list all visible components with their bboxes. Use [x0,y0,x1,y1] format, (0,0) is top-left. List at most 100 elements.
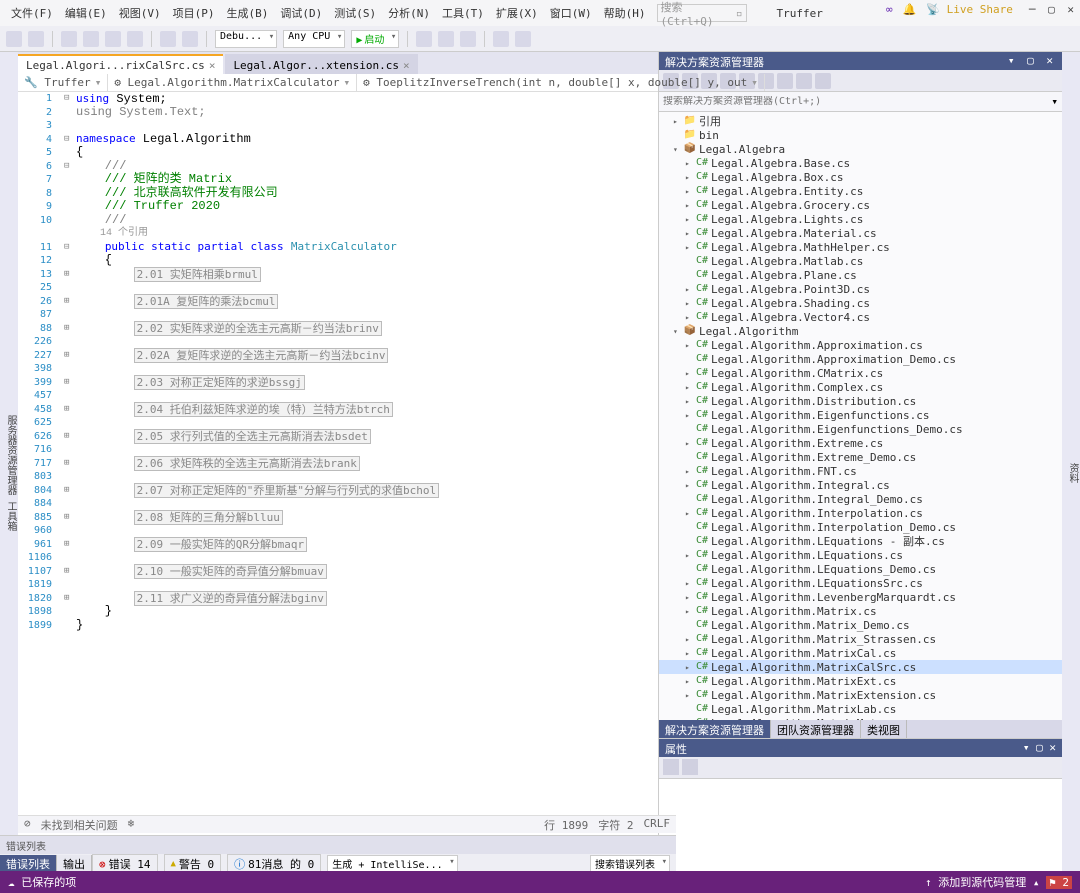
tool-icon[interactable] [438,31,454,47]
code-line[interactable]: 960 [18,524,658,538]
vs-icon[interactable]: ∞ [886,3,893,16]
tab-close-icon[interactable]: × [209,59,216,72]
tree-item[interactable]: ▸C#Legal.Algorithm.MatrixExt.cs [659,674,1062,688]
tree-item[interactable]: ▸C#Legal.Algorithm.FNT.cs [659,464,1062,478]
code-line[interactable]: 25 [18,281,658,295]
code-line[interactable]: 11⊟ public static partial class MatrixCa… [18,241,658,255]
tool-icon[interactable] [815,73,831,89]
code-line[interactable]: 5{ [18,146,658,160]
code-line[interactable]: 1819 [18,578,658,592]
tree-item[interactable]: ▸C#Legal.Algorithm.Approximation.cs [659,338,1062,352]
close-icon[interactable]: ✕ [1067,3,1074,16]
tree-item[interactable]: ▸C#Legal.Algebra.Lights.cs [659,212,1062,226]
alpha-icon[interactable] [682,759,698,775]
tab-class[interactable]: 类视图 [861,720,907,738]
tree-item[interactable]: ▸C#Legal.Algorithm.MatrixCalSrc.cs [659,660,1062,674]
tree-item[interactable]: ▸C#Legal.Algorithm.Interpolation.cs [659,506,1062,520]
run-button[interactable]: 启动 [351,30,399,48]
tool-icon[interactable] [460,31,476,47]
code-line[interactable]: 398 [18,362,658,376]
code-line[interactable]: 961⊞ 2.09 一般实矩阵的QR分解bmaqr [18,538,658,552]
tree-item[interactable]: ▾📦Legal.Algebra [659,142,1062,156]
code-line[interactable]: 717⊞ 2.06 求矩阵秩的全选主元高斯消去法brank [18,457,658,471]
code-line[interactable]: 88⊞ 2.02 实矩阵求逆的全选主元高斯－约当法brinv [18,322,658,336]
tree-item[interactable]: 📁bin [659,128,1062,142]
menu-item[interactable]: 编辑(E) [60,2,112,24]
code-line[interactable]: 399⊞ 2.03 对称正定矩阵的求逆bssgj [18,376,658,390]
menu-item[interactable]: 帮助(H) [599,2,651,24]
tool-icon[interactable] [493,31,509,47]
tab-output[interactable]: 输出 [57,855,92,871]
code-line[interactable]: 457 [18,389,658,403]
tree-item[interactable]: ▸C#Legal.Algebra.Material.cs [659,226,1062,240]
tree-item[interactable]: ▸C#Legal.Algorithm.Distribution.cs [659,394,1062,408]
doc-tab[interactable]: Legal.Algori...rixCalSrc.cs× [18,54,223,74]
tree-item[interactable]: C#Legal.Algorithm.Integral_Demo.cs [659,492,1062,506]
tab-solution[interactable]: 解决方案资源管理器 [659,720,771,738]
tree-item[interactable]: ▸C#Legal.Algorithm.LevenbergMarquardt.cs [659,590,1062,604]
tree-item[interactable]: C#Legal.Algorithm.LEquations - 副本.cs [659,534,1062,548]
live-share[interactable]: 📡 Live Share [926,3,1013,16]
code-line[interactable]: 626⊞ 2.05 求行列式值的全选主元高斯消去法bsdet [18,430,658,444]
code-line[interactable]: 1107⊞ 2.10 一般实矩阵的奇异值分解bmuav [18,565,658,579]
menu-item[interactable]: 视图(V) [114,2,166,24]
undo-icon[interactable] [160,31,176,47]
code-line[interactable]: 13⊞ 2.01 实矩阵相乘brmul [18,268,658,282]
code-line[interactable]: 803 [18,470,658,484]
code-line[interactable]: 10 /// [18,214,658,228]
code-line[interactable]: 2using System.Text; [18,106,658,120]
menu-item[interactable]: 调试(D) [275,2,327,24]
crumb[interactable]: ⚙ Legal.Algorithm.MatrixCalculator [108,74,357,91]
tree-item[interactable]: ▸C#Legal.Algebra.Box.cs [659,170,1062,184]
code-line[interactable]: 458⊞ 2.04 托伯利兹矩阵求逆的埃（特）兰特方法btrch [18,403,658,417]
tool-icon[interactable] [796,73,812,89]
panel-controls[interactable]: ▾ ▢ ✕ [1008,54,1056,68]
tree-item[interactable]: ▸C#Legal.Algorithm.MatrixExtension.cs [659,688,1062,702]
panel-controls[interactable]: ▾ ▢ ✕ [1023,741,1056,755]
tool-icon[interactable] [777,73,793,89]
categorize-icon[interactable] [663,759,679,775]
tree-item[interactable]: ▸C#Legal.Algebra.Shading.cs [659,296,1062,310]
menu-item[interactable]: 项目(P) [168,2,220,24]
code-line[interactable]: 716 [18,443,658,457]
code-line[interactable]: 1⊟using System; [18,92,658,106]
minimize-icon[interactable]: ─ [1029,3,1036,16]
code-line[interactable]: 14 个引用 [18,227,658,241]
global-search[interactable]: 搜索 (Ctrl+Q) ▫ [657,4,747,22]
save-icon[interactable] [105,31,121,47]
tree-item[interactable]: ▸C#Legal.Algebra.Point3D.cs [659,282,1062,296]
tree-item[interactable]: C#Legal.Algebra.Matlab.cs [659,254,1062,268]
saveall-icon[interactable] [127,31,143,47]
code-line[interactable]: 227⊞ 2.02A 复矩阵求逆的全选主元高斯－约当法bcinv [18,349,658,363]
tree-item[interactable]: ▸C#Legal.Algorithm.Complex.cs [659,380,1062,394]
code-line[interactable]: 7 /// 矩阵的类 Matrix [18,173,658,187]
doc-tab[interactable]: Legal.Algor...xtension.cs× [225,54,417,74]
open-icon[interactable] [83,31,99,47]
tree-item[interactable]: ▸C#Legal.Algorithm.Matrix.cs [659,604,1062,618]
tree-item[interactable]: ▸C#Legal.Algebra.Base.cs [659,156,1062,170]
solution-tree[interactable]: ▸📁引用📁bin▾📦Legal.Algebra▸C#Legal.Algebra.… [659,112,1062,720]
code-line[interactable]: 12 { [18,254,658,268]
code-line[interactable]: 885⊞ 2.08 矩阵的三角分解blluu [18,511,658,525]
tree-item[interactable]: C#Legal.Algorithm.LEquations_Demo.cs [659,562,1062,576]
tree-item[interactable]: ▸C#Legal.Algebra.Entity.cs [659,184,1062,198]
code-line[interactable]: 1106 [18,551,658,565]
menu-item[interactable]: 测试(S) [329,2,381,24]
code-line[interactable]: 3 [18,119,658,133]
code-editor[interactable]: 1⊟using System;2using System.Text;34⊟nam… [18,92,658,888]
tree-item[interactable]: C#Legal.Algorithm.Extreme_Demo.cs [659,450,1062,464]
config-select[interactable]: Debu... [215,30,277,48]
tool-icon[interactable] [515,31,531,47]
code-line[interactable]: 1899} [18,619,658,633]
tree-item[interactable]: ▸C#Legal.Algebra.MathHelper.cs [659,240,1062,254]
menu-item[interactable]: 生成(B) [222,2,274,24]
menu-item[interactable]: 工具(T) [437,2,489,24]
code-line[interactable]: 4⊟namespace Legal.Algorithm [18,133,658,147]
code-line[interactable]: 1898 } [18,605,658,619]
tree-item[interactable]: ▸C#Legal.Algorithm.Matrix_Strassen.cs [659,632,1062,646]
code-line[interactable]: 87 [18,308,658,322]
tree-item[interactable]: ▸C#Legal.Algorithm.Extreme.cs [659,436,1062,450]
code-line[interactable]: 226 [18,335,658,349]
code-line[interactable]: 26⊞ 2.01A 复矩阵的乘法bcmul [18,295,658,309]
menu-item[interactable]: 文件(F) [6,2,58,24]
